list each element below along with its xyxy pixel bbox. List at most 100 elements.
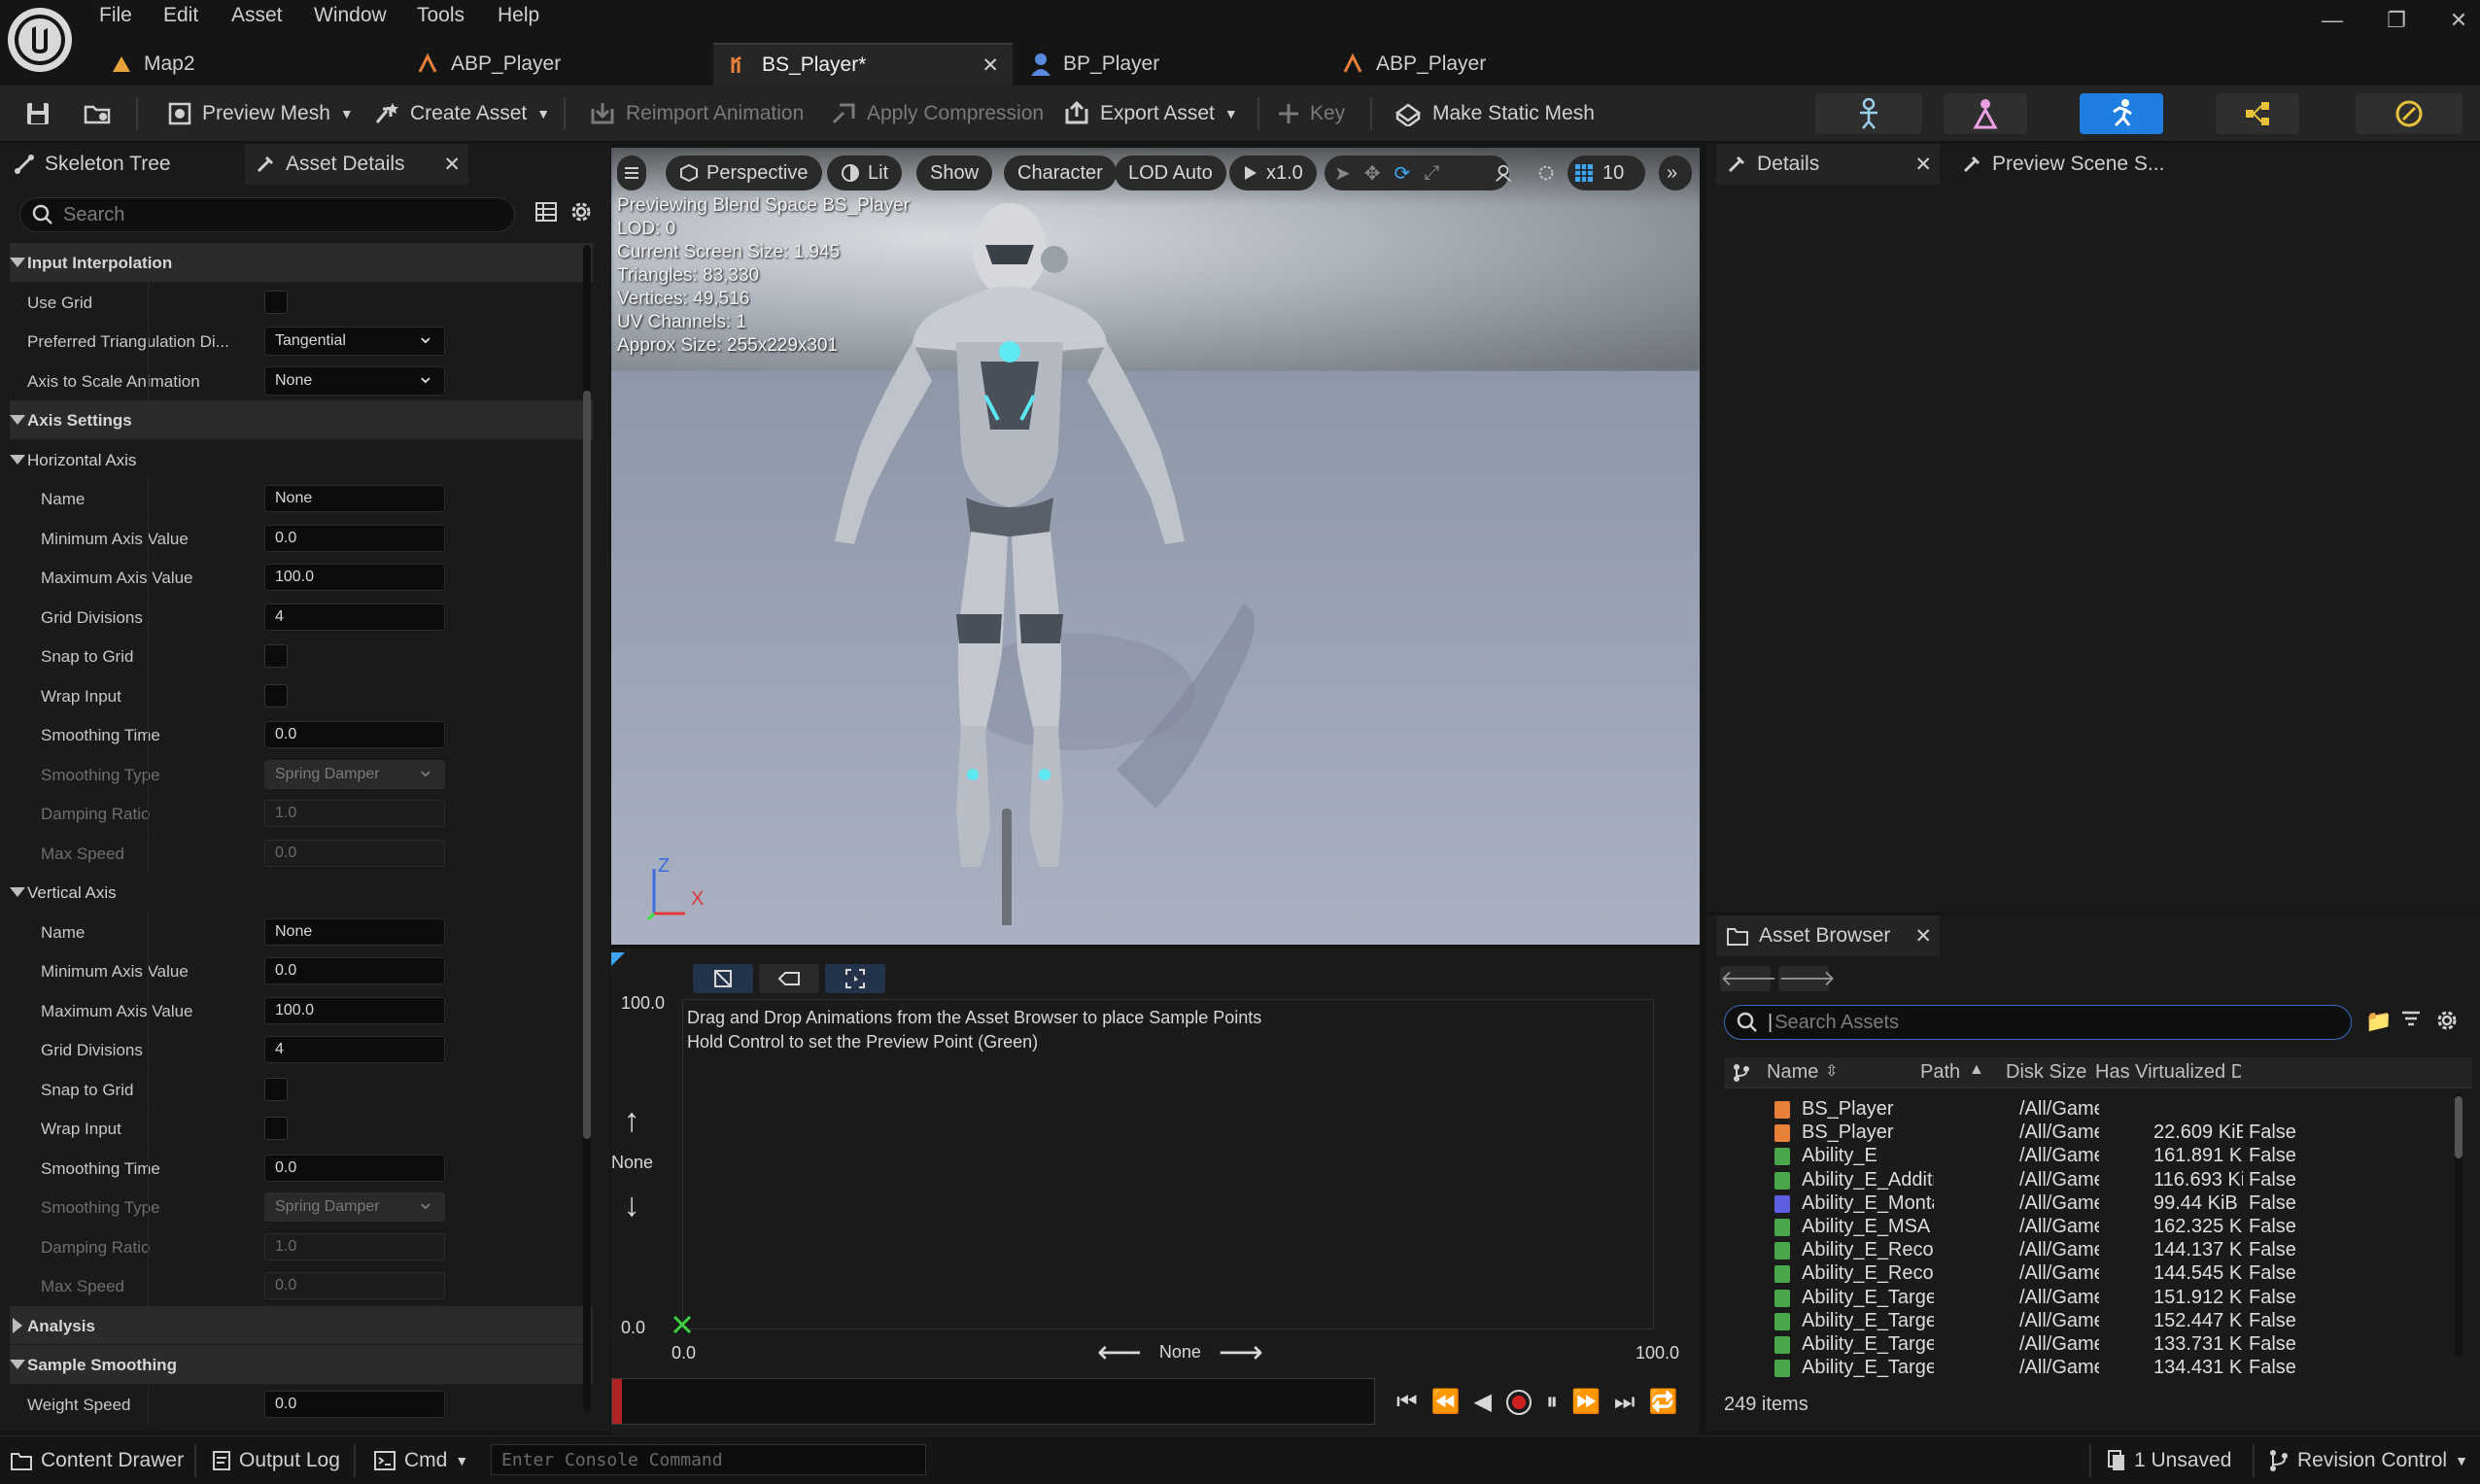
preview-mesh-button[interactable]: Preview Mesh ▼: [157, 93, 363, 134]
grid-snap-button[interactable]: 10: [1567, 155, 1645, 190]
cmd-dropdown[interactable]: Cmd ▼: [373, 1446, 468, 1475]
asset-search-input[interactable]: | Search Assets: [1724, 1005, 2352, 1040]
close-tab-icon[interactable]: ✕: [1914, 924, 1932, 949]
property-value-field[interactable]: 0.0: [264, 957, 445, 984]
viewport-more-icon[interactable]: »: [1659, 155, 1692, 190]
animation-mode-button[interactable]: [2080, 93, 2163, 134]
blend-space-grid[interactable]: Drag and Drop Animations from the Asset …: [682, 999, 1654, 1329]
expand-arrow-icon[interactable]: [13, 1317, 22, 1333]
settings-gear-icon[interactable]: [569, 200, 593, 224]
asset-list-item[interactable]: Ability_E_Targeting_Loop/All/Game/Pa 151.…: [1730, 1287, 2468, 1310]
folder-options-icon[interactable]: 📁: [2365, 1009, 2392, 1034]
browse-button[interactable]: [74, 93, 122, 134]
filter-icon[interactable]: [2400, 1009, 2422, 1030]
menu-help[interactable]: Help: [498, 4, 539, 33]
asset-list-item[interactable]: Ability_E_Montage/All/Game/Pa 99.44 KiB Fa…: [1730, 1192, 2468, 1216]
lod-button[interactable]: LOD Auto: [1115, 155, 1226, 190]
move-icon[interactable]: ✥: [1364, 161, 1381, 186]
character-button[interactable]: Character: [1004, 155, 1117, 190]
rotate-icon[interactable]: ⟳: [1395, 161, 1411, 186]
physics-mode-button[interactable]: [2356, 93, 2463, 134]
console-command-input[interactable]: Enter Console Command: [491, 1444, 926, 1475]
create-asset-button[interactable]: Create Asset ▼: [363, 93, 560, 134]
menu-edit[interactable]: Edit: [163, 4, 198, 33]
menu-window[interactable]: Window: [314, 4, 387, 33]
pause-icon[interactable]: ⏸: [1546, 1389, 1558, 1416]
asset-list-item[interactable]: Ability_E_Additive_BaseP/All/Game/Pa 116.…: [1730, 1169, 2468, 1192]
preview-viewport[interactable]: Perspective Lit Show Character LOD Auto …: [611, 148, 1700, 945]
property-dropdown[interactable]: None ⌄: [264, 363, 445, 396]
collapse-arrow-icon[interactable]: [10, 454, 25, 465]
minimize-icon[interactable]: —: [2303, 8, 2361, 41]
snap-icon[interactable]: [1529, 155, 1564, 190]
property-value-field[interactable]: None: [264, 485, 445, 512]
property-value-field[interactable]: 0.0: [264, 1390, 445, 1418]
apply-compression-button[interactable]: Apply Compression: [820, 93, 1053, 134]
asset-list-item[interactable]: Ability_E_Targeting_Start/All/Game/Pa 133…: [1730, 1333, 2468, 1357]
details-scrollbar[interactable]: [583, 245, 591, 1411]
output-log-button[interactable]: Output Log: [212, 1446, 340, 1475]
tab-skeleton-tree[interactable]: Skeleton Tree: [14, 144, 237, 185]
tab-bp-player[interactable]: BP_Player: [1016, 43, 1324, 86]
scale-icon[interactable]: ⤢: [1424, 162, 1439, 185]
content-drawer-button[interactable]: Content Drawer: [10, 1446, 199, 1475]
blueprint-mode-button[interactable]: [2216, 93, 2299, 134]
playback-speed-button[interactable]: x1.0: [1229, 155, 1317, 190]
collapse-arrow-icon[interactable]: [10, 415, 25, 425]
camera-icon[interactable]: [1486, 155, 1521, 190]
collapse-arrow-icon[interactable]: [10, 1360, 25, 1369]
step-forward-icon[interactable]: ⏩: [1571, 1388, 1601, 1416]
tab-details[interactable]: Details ✕: [1716, 144, 1940, 185]
asset-list-item[interactable]: Ability_E_Targeting_Loop/All/Game/Pa 152.…: [1730, 1310, 2468, 1333]
preview-point-icon[interactable]: [672, 1314, 693, 1335]
show-button[interactable]: Show: [916, 155, 993, 190]
property-value-field[interactable]: 4: [264, 603, 445, 631]
export-asset-button[interactable]: Export Asset ▼: [1053, 93, 1248, 134]
property-value-field[interactable]: None: [264, 917, 445, 946]
column-path[interactable]: Path: [1920, 1061, 1960, 1084]
menu-tools[interactable]: Tools: [417, 4, 465, 33]
reimport-animation-button[interactable]: Reimport Animation: [579, 93, 813, 134]
tab-preview-scene-settings[interactable]: Preview Scene S...: [1951, 144, 2194, 185]
property-dropdown[interactable]: Tangential ⌄: [264, 324, 445, 356]
property-checkbox[interactable]: [264, 644, 288, 668]
close-tab-icon[interactable]: ✕: [1914, 153, 1932, 177]
details-search-input[interactable]: Search: [19, 197, 515, 232]
step-back-icon[interactable]: ⏪: [1431, 1388, 1461, 1416]
tab-asset-browser[interactable]: Asset Browser ✕: [1716, 915, 1940, 956]
menu-asset[interactable]: Asset: [231, 4, 283, 33]
property-checkbox[interactable]: [264, 290, 288, 314]
fit-view-button[interactable]: [825, 964, 885, 993]
property-checkbox[interactable]: [264, 683, 288, 707]
property-value-field[interactable]: 4: [264, 1036, 445, 1063]
property-value-field[interactable]: 0.0: [264, 524, 445, 552]
menu-file[interactable]: File: [99, 4, 132, 33]
collapse-arrow-icon[interactable]: [10, 887, 25, 897]
property-checkbox[interactable]: [264, 1117, 288, 1140]
mesh-mode-button[interactable]: [1944, 93, 2027, 134]
play-reverse-icon[interactable]: ◀: [1474, 1388, 1492, 1416]
asset-list-item[interactable]: BS_Player/All/Game/Blu 22.609 KiB False: [1730, 1122, 2468, 1145]
property-value-field[interactable]: 100.0: [264, 996, 445, 1024]
skip-to-start-icon[interactable]: ⏮: [1396, 1389, 1418, 1416]
restore-icon[interactable]: ❐: [2367, 8, 2426, 41]
collapse-arrow-icon[interactable]: [10, 258, 25, 267]
property-value-field[interactable]: 0.0: [264, 1154, 445, 1182]
select-cursor-icon[interactable]: ➤: [1334, 161, 1351, 186]
close-tab-icon[interactable]: ✕: [982, 53, 999, 78]
skeleton-mode-button[interactable]: [1815, 93, 1922, 134]
property-checkbox[interactable]: [264, 1077, 288, 1101]
asset-list-item[interactable]: Ability_E_Recovery_MSA/All/Game/Pa 144.54…: [1730, 1262, 2468, 1286]
triangulation-toggle-button[interactable]: [693, 964, 753, 993]
history-forward-icon[interactable]: 🡒: [1778, 966, 1836, 991]
view-options-icon[interactable]: [534, 200, 558, 224]
tab-abp-player[interactable]: ABP_Player: [402, 43, 709, 86]
column-name[interactable]: Name: [1767, 1061, 1818, 1084]
lit-button[interactable]: Lit: [827, 155, 903, 190]
property-value-field[interactable]: 0.0: [264, 721, 445, 748]
asset-list-item[interactable]: Ability_E/All/Game/Pa 161.891 KiB False: [1730, 1145, 2468, 1168]
close-window-icon[interactable]: ✕: [2429, 8, 2480, 41]
unsaved-button[interactable]: 1 Unsaved: [2107, 1446, 2231, 1475]
asset-list-item[interactable]: Ability_E_Targeting_Start/All/Game/Pa 134…: [1730, 1357, 2468, 1380]
tab-asset-details[interactable]: Asset Details ✕: [245, 144, 468, 185]
